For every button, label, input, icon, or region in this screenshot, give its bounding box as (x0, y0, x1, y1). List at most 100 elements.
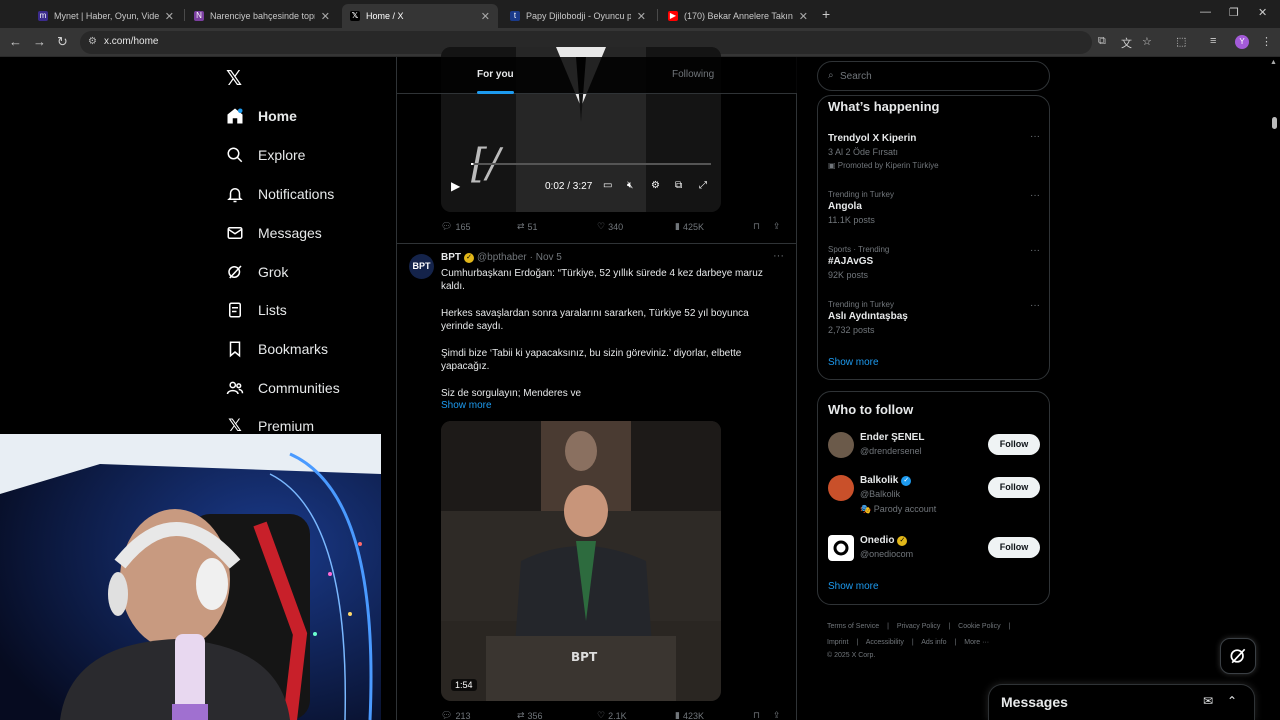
repost-button[interactable]: ⇄ 356 (517, 710, 543, 720)
avatar[interactable] (828, 475, 854, 501)
play-icon[interactable]: ▶ (451, 179, 460, 193)
close-tab-icon[interactable]: ✕ (321, 10, 330, 23)
media-icon[interactable]: ≡ (1210, 35, 1216, 47)
accessibility-link[interactable]: Accessibility (866, 639, 904, 646)
author-name[interactable]: BPT (441, 252, 461, 263)
author-handle[interactable]: @bpthaber (477, 252, 527, 263)
x-logo-icon[interactable]: 𝕏 (226, 66, 242, 91)
minimize-icon[interactable]: — (1200, 6, 1211, 18)
more-options-icon[interactable]: ··· (773, 250, 784, 262)
browser-tab[interactable]: ▶ (170) Bekar Annelere Takıntılı Olan ✕ (660, 4, 816, 28)
nav-lists[interactable]: Lists (226, 298, 287, 322)
reload-icon[interactable]: ↻ (57, 34, 68, 50)
new-tab-button[interactable]: + (822, 6, 830, 22)
follow-suggestion[interactable]: Ender ŞENEL @drendersenel Follow (828, 432, 1040, 462)
more-options-icon[interactable]: ··· (1030, 190, 1040, 201)
follow-button[interactable]: Follow (988, 537, 1040, 558)
terms-link[interactable]: Terms of Service (827, 623, 879, 630)
like-button[interactable]: ♡ 2.1K (597, 710, 627, 720)
show-more-link[interactable]: Show more (441, 400, 492, 411)
captions-icon[interactable]: ▭ (603, 180, 612, 191)
views-button[interactable]: ▮ 423K (675, 710, 704, 720)
show-more-link[interactable]: Show more (828, 357, 879, 368)
pip-icon[interactable]: ⧉ (675, 180, 682, 191)
messages-drawer[interactable]: Messages ✉ ⌃ (988, 684, 1255, 720)
cookie-link[interactable]: Cookie Policy (958, 623, 1000, 630)
show-more-link[interactable]: Show more (828, 581, 879, 592)
trend-item[interactable]: Trendyol X Kiperin 3 Al 2 Öde Fırsatı ▣ … (828, 131, 1040, 170)
tab-for-you[interactable]: For you (477, 69, 514, 80)
close-tab-icon[interactable]: ✕ (799, 10, 808, 23)
nav-bookmarks[interactable]: Bookmarks (226, 337, 328, 361)
install-icon[interactable]: ⧉ (1098, 35, 1106, 48)
site-icon: N (194, 11, 204, 21)
browser-tab[interactable]: N Narenciye bahçesinde toprağa ✕ (186, 4, 338, 28)
video-player[interactable]: BPT 1:54 (441, 421, 721, 701)
trend-item[interactable]: Trending in Turkey Aslı Aydıntaşbaş 2,73… (828, 300, 1040, 335)
scroll-up-icon[interactable]: ▲ (1270, 59, 1277, 66)
close-tab-icon[interactable]: ✕ (165, 10, 174, 23)
extensions-icon[interactable]: ⬚ (1176, 35, 1186, 48)
forward-icon[interactable]: → (33, 34, 46, 49)
streamer-webcam-image (0, 434, 381, 720)
search-input[interactable]: ⌕ Search (817, 61, 1050, 91)
browser-tab[interactable]: t Papy Djilobodji - Oyuncu profili ✕ (502, 4, 654, 28)
more-link[interactable]: More ··· (964, 639, 989, 646)
repost-button[interactable]: ⇄ 51 (517, 221, 538, 232)
tab-title: Papy Djilobodji - Oyuncu profili (526, 11, 631, 21)
translate-icon[interactable]: 文 (1121, 35, 1132, 51)
follow-button[interactable]: Follow (988, 477, 1040, 498)
nav-home[interactable]: Home (226, 104, 297, 128)
settings-icon[interactable]: ⚙ (651, 180, 660, 191)
follow-suggestion[interactable]: Balkolik ✓ @Balkolik 🎭 Parody account Fol… (828, 475, 1040, 514)
share-icon[interactable]: ⇪ (773, 221, 781, 232)
profile-avatar[interactable]: Y (1235, 35, 1249, 49)
like-button[interactable]: ♡ 340 (597, 221, 623, 232)
nav-messages[interactable]: Messages (226, 221, 322, 245)
nav-grok[interactable]: Grok (226, 260, 288, 284)
tweet[interactable]: BPT BPT ✓ @bpthaber · Nov 5 ··· Cumhurba… (397, 243, 797, 720)
ads-info-link[interactable]: Ads info (921, 639, 946, 646)
new-message-icon[interactable]: ✉ (1203, 694, 1213, 708)
trend-item[interactable]: Trending in Turkey Angola 11.1K posts ··… (828, 190, 1040, 225)
share-icon[interactable]: ⇪ (773, 710, 781, 720)
grok-button[interactable] (1220, 638, 1256, 674)
nav-label: Communities (258, 380, 340, 396)
bookmark-button[interactable]: ⊓ (753, 710, 760, 720)
avatar[interactable]: BPT (409, 254, 434, 279)
more-options-icon[interactable]: ··· (1030, 245, 1040, 256)
trend-item[interactable]: Sports · Trending #AJAvGS 92K posts ··· (828, 245, 1040, 280)
reply-button[interactable]: 💬︎ 213 (441, 710, 470, 720)
avatar[interactable] (828, 535, 854, 561)
avatar[interactable] (828, 432, 854, 458)
nav-notifications[interactable]: Notifications (226, 182, 334, 206)
back-icon[interactable]: ← (9, 34, 22, 49)
scroll-thumb[interactable] (1272, 117, 1277, 129)
expand-icon[interactable]: ⌃ (1227, 694, 1237, 708)
browser-tab-active[interactable]: 𝕏 Home / X ✕ (342, 4, 498, 28)
tab-following[interactable]: Following (672, 69, 714, 80)
close-tab-icon[interactable]: ✕ (481, 10, 490, 23)
mute-icon[interactable]: 🔇︎ (627, 180, 633, 191)
menu-icon[interactable]: ⋮ (1261, 35, 1272, 48)
browser-tab[interactable]: m Mynet | Haber, Oyun, Video, Spor ✕ (30, 4, 182, 28)
imprint-link[interactable]: Imprint (827, 639, 848, 646)
follow-button[interactable]: Follow (988, 434, 1040, 455)
close-tab-icon[interactable]: ✕ (637, 10, 646, 23)
restore-icon[interactable]: ❐ (1229, 6, 1239, 19)
more-options-icon[interactable]: ··· (1030, 131, 1040, 142)
fullscreen-icon[interactable]: ⤢ (699, 180, 707, 191)
tweet-date[interactable]: · Nov 5 (530, 252, 562, 263)
bookmark-star-icon[interactable]: ☆ (1142, 35, 1152, 48)
views-button[interactable]: ▮ 425K (675, 221, 704, 232)
privacy-link[interactable]: Privacy Policy (897, 623, 941, 630)
nav-communities[interactable]: Communities (226, 376, 340, 400)
reply-button[interactable]: 💬︎ 165 (441, 221, 470, 232)
follow-suggestion[interactable]: Onedio ✓ @onediocom Follow (828, 535, 1040, 565)
site-info-icon[interactable]: ⚙ (88, 36, 97, 47)
page-scrollbar[interactable]: ▲ (1268, 57, 1280, 720)
close-window-icon[interactable]: ✕ (1258, 6, 1267, 19)
nav-explore[interactable]: Explore (226, 143, 305, 167)
bookmark-button[interactable]: ⊓ (753, 221, 760, 232)
more-options-icon[interactable]: ··· (1030, 300, 1040, 311)
